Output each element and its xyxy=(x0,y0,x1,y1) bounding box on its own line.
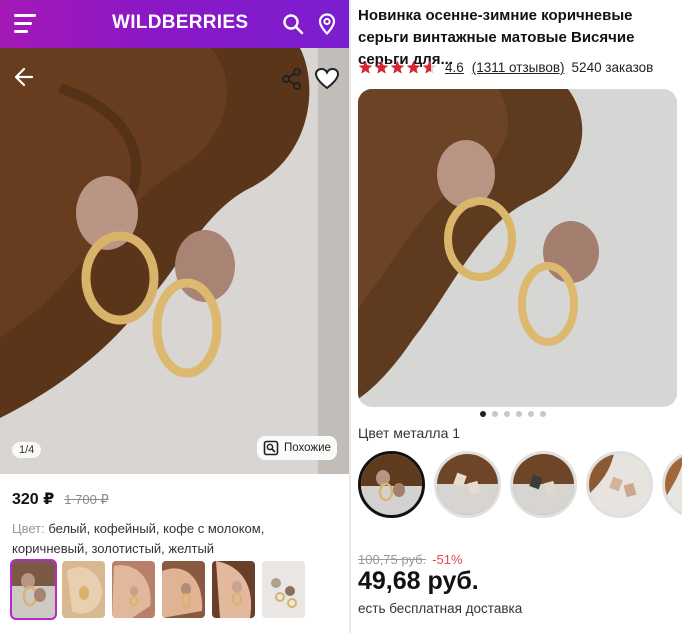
menu-icon[interactable] xyxy=(14,14,36,34)
carousel-dots xyxy=(480,411,546,417)
rating-value[interactable]: 4.6 xyxy=(445,60,464,75)
star-icon xyxy=(358,60,373,74)
carousel-dot[interactable] xyxy=(540,411,546,417)
variant-option[interactable] xyxy=(358,451,425,518)
carousel-dot[interactable] xyxy=(480,411,486,417)
star-icon xyxy=(390,60,405,74)
carousel-dot[interactable] xyxy=(504,411,510,417)
variant-option[interactable] xyxy=(434,451,501,518)
old-price: 100,75 руб. xyxy=(358,552,427,567)
orders-count: 5240 заказов xyxy=(571,60,654,75)
heart-icon[interactable] xyxy=(314,66,340,92)
wildberries-panel: WILDBERRIES 1/4 Похожие 320 ₽ 1 700 ₽ Цв… xyxy=(0,0,349,633)
rating-row: 4.6 (1311 отзывов) 5240 заказов xyxy=(358,60,653,75)
star-icon xyxy=(374,60,389,74)
carousel-dot[interactable] xyxy=(516,411,522,417)
image-counter: 1/4 xyxy=(12,442,42,458)
thumbnail[interactable] xyxy=(162,561,205,618)
similar-search-icon xyxy=(263,440,279,456)
thumbnail[interactable] xyxy=(212,561,255,618)
current-price: 49,68 руб. xyxy=(358,567,479,595)
similar-label: Похожие xyxy=(284,442,331,454)
carousel-dot[interactable] xyxy=(528,411,534,417)
back-arrow-icon[interactable] xyxy=(10,64,36,90)
similar-button[interactable]: Похожие xyxy=(257,436,337,460)
discount-badge: -51% xyxy=(432,552,463,567)
variant-option[interactable] xyxy=(510,451,577,518)
variant-selector xyxy=(358,451,682,518)
variant-option[interactable] xyxy=(586,451,653,518)
thumbnail-strip xyxy=(10,559,305,620)
listing-panel: Новинка осенне-зимние коричневые серьги … xyxy=(351,0,682,633)
app-header: WILDBERRIES xyxy=(0,0,349,48)
product-image[interactable] xyxy=(358,89,677,407)
earrings-photo xyxy=(358,89,677,407)
star-rating xyxy=(358,60,437,75)
old-price: 1 700 ₽ xyxy=(64,492,109,507)
thumbnail[interactable] xyxy=(262,561,305,618)
thumbnail[interactable] xyxy=(10,559,57,620)
location-pin-icon[interactable] xyxy=(315,12,339,36)
color-description: Цвет: белый, кофейный, кофе с молоком, к… xyxy=(12,519,342,559)
brand-logo[interactable]: WILDBERRIES xyxy=(112,12,248,34)
color-values: белый, кофейный, кофе с молоком, коричне… xyxy=(12,521,265,556)
star-icon xyxy=(422,60,437,74)
search-icon[interactable] xyxy=(281,12,305,36)
variant-option[interactable] xyxy=(662,451,682,518)
carousel-dot[interactable] xyxy=(492,411,498,417)
earrings-photo xyxy=(0,48,349,474)
price-row: 320 ₽ 1 700 ₽ xyxy=(12,489,109,509)
share-icon[interactable] xyxy=(279,66,305,92)
old-price-row: 100,75 руб. -51% xyxy=(358,552,463,567)
metal-color-label: Цвет металла 1 xyxy=(358,425,461,441)
thumbnail[interactable] xyxy=(112,561,155,618)
product-photo[interactable] xyxy=(0,48,349,474)
reviews-link[interactable]: (1311 отзывов) xyxy=(472,60,565,75)
star-icon xyxy=(406,60,421,74)
color-label: Цвет: xyxy=(12,521,45,536)
screenshot-root: WILDBERRIES 1/4 Похожие 320 ₽ 1 700 ₽ Цв… xyxy=(0,0,682,633)
current-price: 320 ₽ xyxy=(12,491,55,508)
thumbnail[interactable] xyxy=(62,561,105,618)
delivery-info: есть бесплатная доставка xyxy=(358,601,523,616)
